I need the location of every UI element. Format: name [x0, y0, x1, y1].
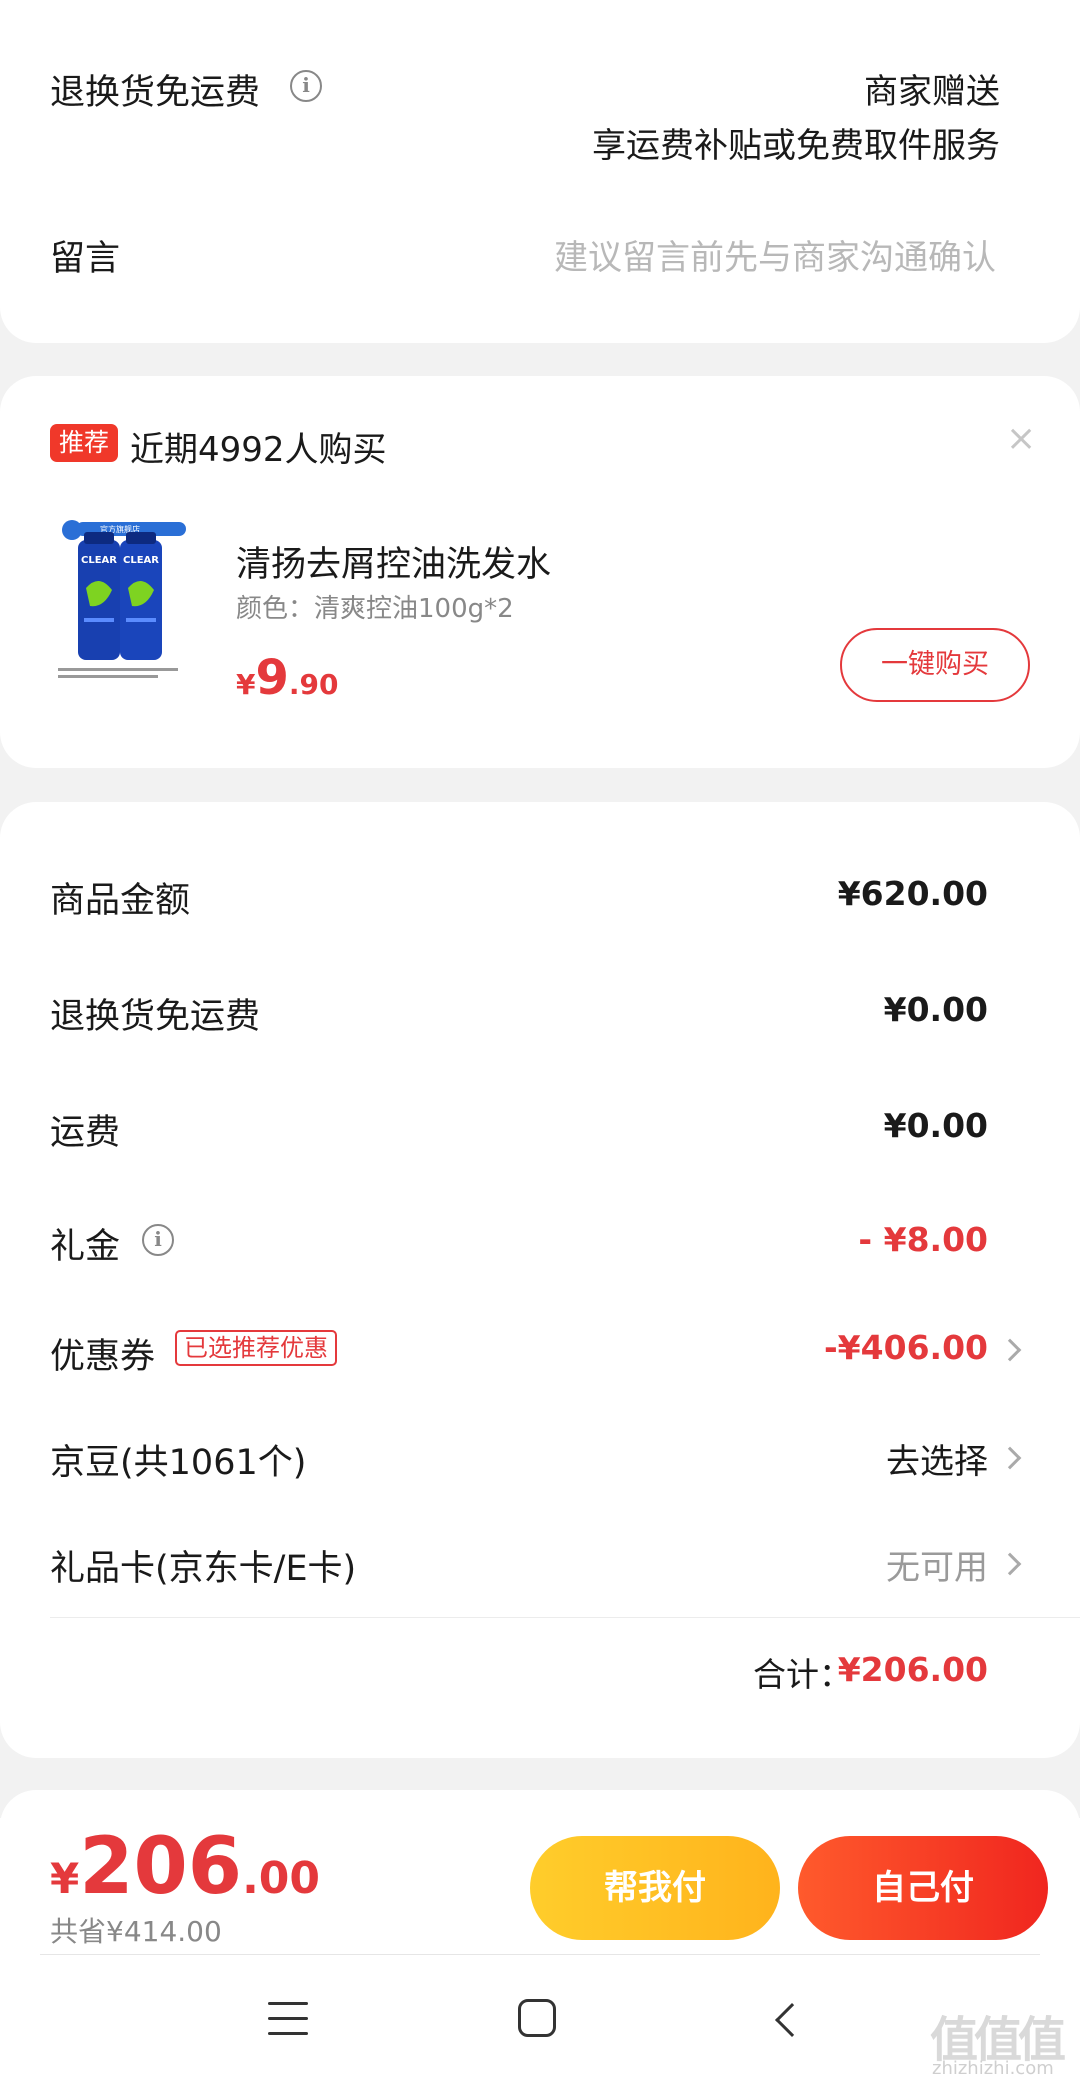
coupon-label: 优惠券: [50, 1337, 156, 1377]
product-price: ¥9.90: [236, 650, 339, 706]
delivery-options-card: [0, 0, 1080, 343]
info-icon[interactable]: i: [290, 70, 322, 102]
pay-myself-button[interactable]: 自己付: [798, 1836, 1048, 1940]
shipping-fee-label: 运费: [50, 1113, 121, 1153]
total-value: ¥206.00: [837, 1650, 988, 1689]
jingdou-select[interactable]: 去选择: [886, 1434, 988, 1483]
return-shipping-label: 退换货免运费: [50, 73, 261, 113]
merchant-gift-text: 商家赠送: [864, 72, 1000, 112]
product-image-brand: CLEAR: [81, 555, 117, 566]
jingdou-label: 京豆(共1061个): [50, 1443, 307, 1483]
coupon-value[interactable]: -¥406.00: [824, 1328, 988, 1367]
order-summary-card: [0, 802, 1080, 1758]
product-name: 清扬去屑控油洗发水: [236, 545, 552, 585]
one-click-buy-button[interactable]: 一键购买: [840, 628, 1030, 702]
return-shipping-fee-value: ¥0.00: [883, 990, 988, 1029]
recommend-title: 近期4992人购买: [130, 430, 387, 470]
help-me-pay-button[interactable]: 帮我付: [530, 1836, 780, 1940]
shipping-subsidy-text: 享运费补贴或免费取件服务: [592, 126, 1000, 166]
recommend-tag: 推荐: [50, 424, 119, 462]
message-label: 留言: [50, 239, 121, 279]
payable-amount: ¥206.00: [50, 1822, 321, 1912]
divider: [50, 1617, 1080, 1618]
shipping-fee-value: ¥0.00: [883, 1106, 988, 1145]
gift-money-value: - ¥8.00: [858, 1220, 988, 1259]
product-image[interactable]: 官方旗舰店 CLEAR CLEAR: [50, 518, 210, 688]
gift-card-label: 礼品卡(京东卡/E卡): [50, 1549, 357, 1589]
saved-amount: 共省¥414.00: [50, 1915, 222, 1948]
gift-money-label: 礼金: [50, 1227, 121, 1267]
svg-text:CLEAR: CLEAR: [123, 555, 159, 566]
close-icon[interactable]: ×: [1006, 418, 1036, 459]
home-icon[interactable]: [518, 1999, 556, 2037]
return-shipping-fee-label: 退换货免运费: [50, 997, 261, 1037]
coupon-selected-badge: 已选推荐优惠: [175, 1330, 337, 1366]
product-spec: 颜色：清爽控油100g*2: [236, 594, 514, 624]
message-input[interactable]: 建议留言前先与商家沟通确认: [554, 230, 996, 279]
gift-card-value[interactable]: 无可用: [886, 1540, 988, 1589]
divider: [40, 1954, 1040, 1955]
goods-amount-label: 商品金额: [50, 881, 191, 921]
info-icon[interactable]: i: [142, 1224, 174, 1256]
goods-amount-value: ¥620.00: [837, 874, 988, 913]
recent-apps-icon[interactable]: [268, 2002, 308, 2036]
watermark-url: zhizhizhi.com: [932, 2058, 1054, 2079]
